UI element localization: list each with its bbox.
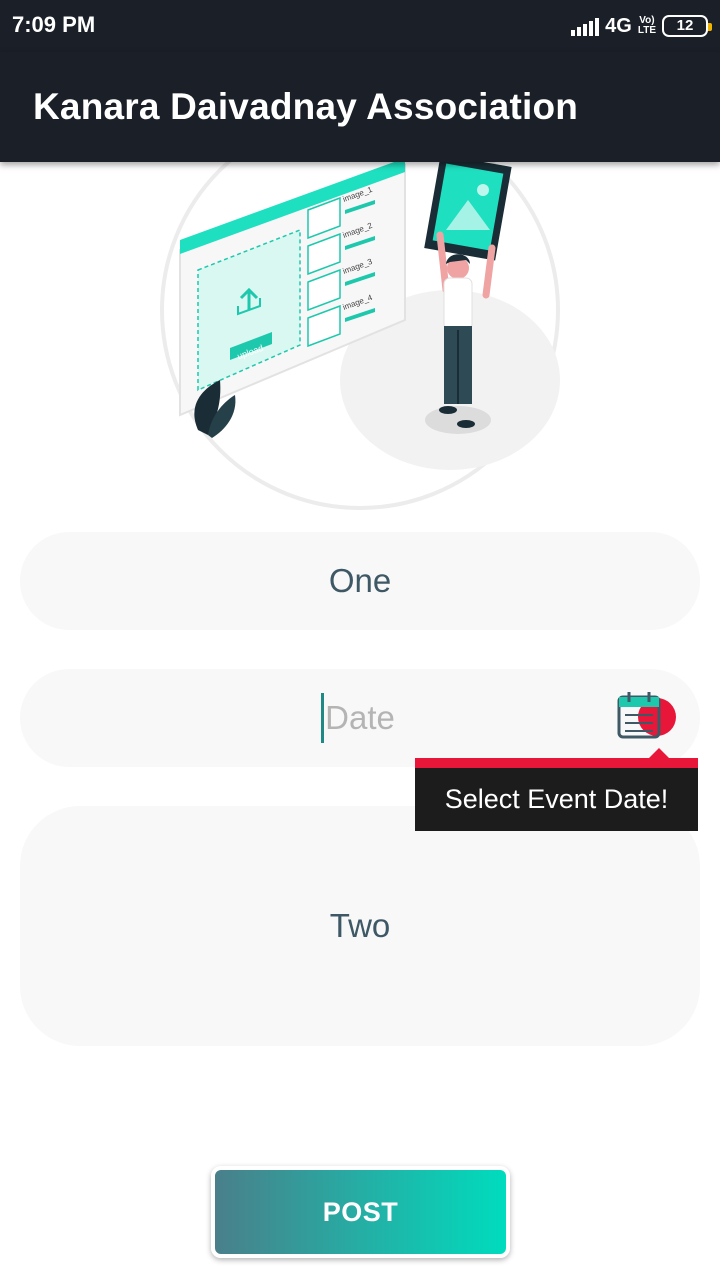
volte-icon: Vo) LTE: [638, 16, 656, 36]
network-type: 4G: [605, 14, 632, 37]
post-button-label: POST: [322, 1196, 399, 1227]
post-button[interactable]: POST: [211, 1166, 510, 1258]
text-cursor: [321, 693, 324, 743]
battery-icon: 12: [662, 15, 712, 37]
signal-icon: [571, 16, 600, 36]
status-time: 7:09 PM: [12, 12, 96, 37]
calendar-icon[interactable]: [617, 691, 663, 741]
upload-illustration: upload image_1 image_2 image_3 image_4: [160, 130, 560, 510]
field-one[interactable]: One: [20, 532, 700, 630]
battery-level: 12: [676, 17, 694, 34]
error-tooltip-text: Select Event Date!: [444, 784, 669, 814]
volte-bottom: LTE: [637, 25, 656, 36]
field-two-text: Two: [329, 907, 391, 944]
app-bar: Kanara Daivadnay Association: [0, 52, 720, 162]
date-input[interactable]: [210, 699, 510, 737]
error-tooltip: Select Event Date!: [415, 758, 698, 831]
field-one-text: One: [328, 562, 392, 599]
status-icons: 4G Vo) LTE 12: [571, 12, 712, 40]
page-title: Kanara Daivadnay Association: [33, 86, 579, 127]
status-bar: 7:09 PM 4G Vo) LTE 12: [0, 0, 720, 52]
field-two[interactable]: Two: [20, 806, 700, 1046]
date-field[interactable]: [20, 669, 700, 767]
